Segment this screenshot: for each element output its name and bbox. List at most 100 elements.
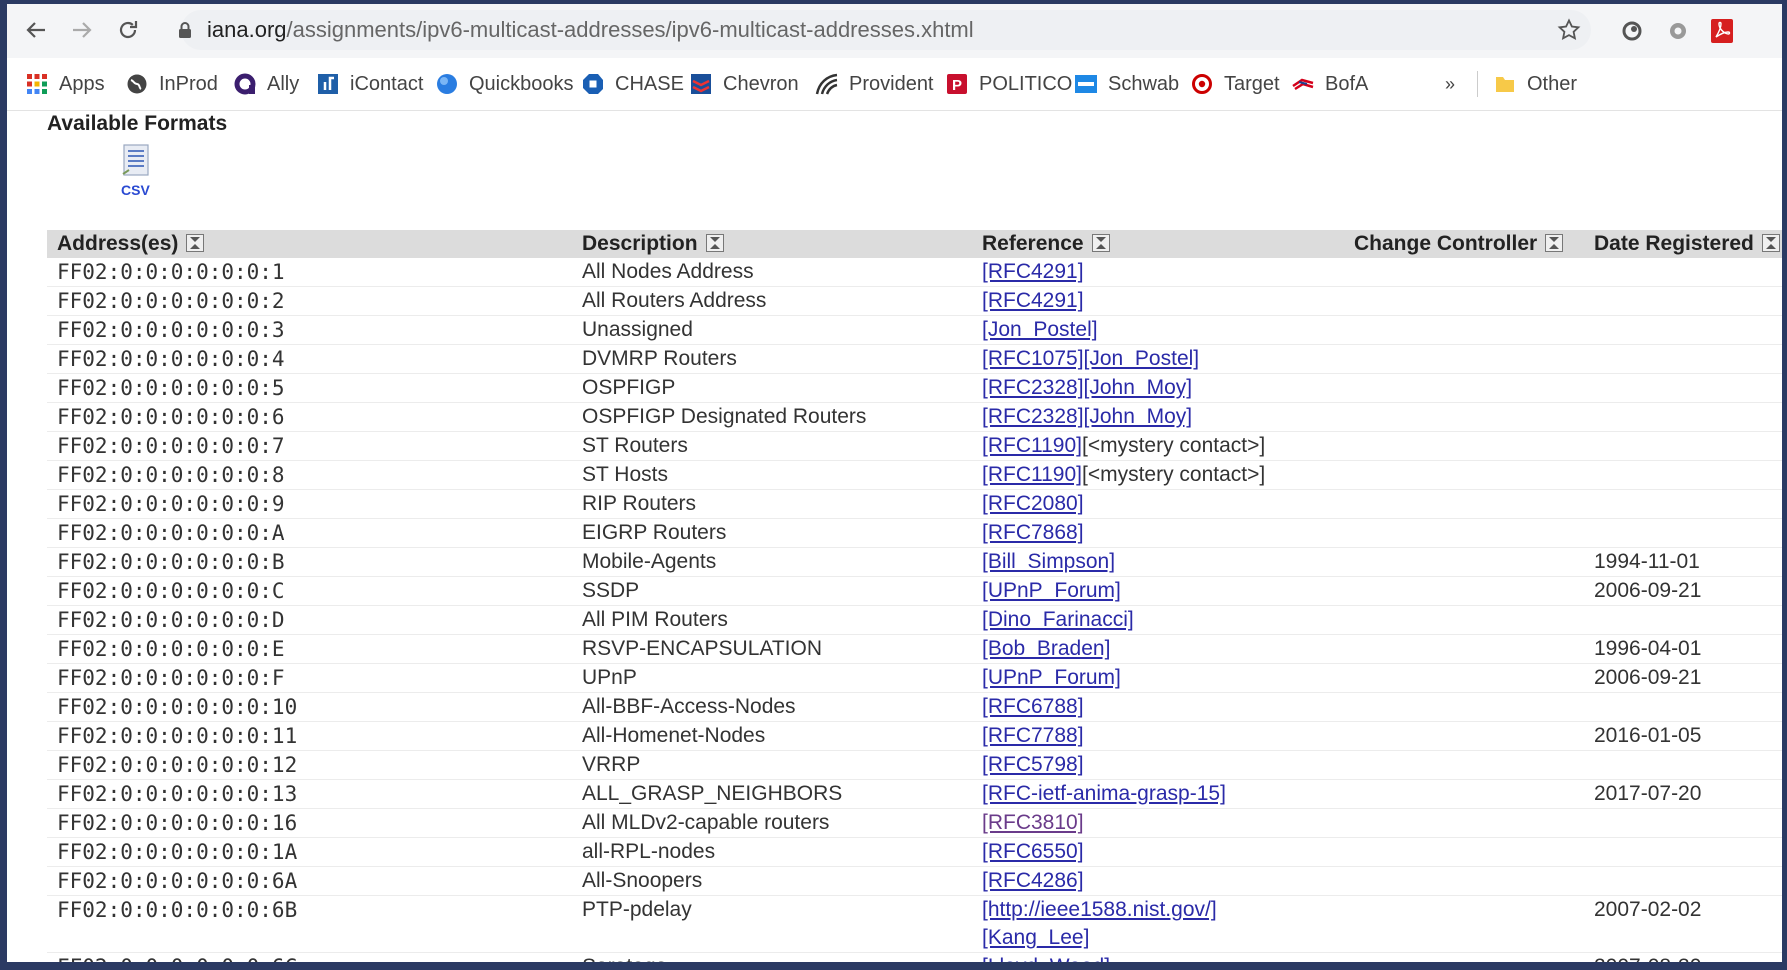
sort-icon[interactable] <box>1545 234 1564 252</box>
change-controller-cell <box>1344 258 1584 287</box>
table-row: FF02:0:0:0:0:0:0:6A All-Snoopers [RFC4286] <box>47 866 1782 896</box>
bookmark-icontact[interactable]: iContact <box>316 71 423 97</box>
reference-link[interactable]: [Jon_Postel] <box>1084 347 1200 370</box>
reference-link[interactable]: [John_Moy] <box>1084 405 1193 428</box>
col-header-change-controller[interactable]: Change Controller <box>1344 230 1584 258</box>
bookmark-quickbooks[interactable]: Quickbooks <box>435 71 574 97</box>
table-row: FF02:0:0:0:0:0:0:16 All MLDv2-capable rou… <box>47 808 1782 838</box>
sort-icon[interactable] <box>705 234 724 252</box>
bookmark-politico[interactable]: P POLITICO <box>945 71 1072 97</box>
pdf-extension-button[interactable] <box>1707 16 1737 46</box>
bookmark-ally[interactable]: Ally <box>233 71 299 97</box>
bookmark-provident[interactable]: Provident <box>815 71 934 97</box>
reference-link[interactable]: [Lloyd_Wood] <box>982 955 1110 962</box>
reference-cell: [RFC6550] <box>972 837 1344 867</box>
reference-link[interactable]: [Kang_Lee] <box>982 926 1089 949</box>
bookmark-chevron[interactable]: Chevron <box>689 71 799 97</box>
reference-link[interactable]: [RFC7788] <box>982 724 1084 747</box>
col-header-addresses[interactable]: Address(es) <box>47 230 572 258</box>
reference-link[interactable]: [RFC2080] <box>982 492 1084 515</box>
csv-download-link[interactable]: CSV <box>121 182 150 198</box>
description-cell: Mobile-Agents <box>572 547 972 577</box>
folder-icon <box>1493 72 1517 96</box>
date-registered-cell <box>1584 605 1782 635</box>
reference-link[interactable]: [RFC1190] <box>982 434 1082 457</box>
sort-icon[interactable] <box>186 234 205 252</box>
col-header-date-registered[interactable]: Date Registered <box>1584 230 1782 258</box>
reference-cell: [RFC1190][<mystery contact>] <box>972 460 1344 490</box>
reference-link[interactable]: [Dino_Farinacci] <box>982 608 1134 631</box>
address-cell: FF02:0:0:0:0:0:0:F <box>47 663 572 693</box>
date-registered-cell <box>1584 750 1782 780</box>
bookmark-apps[interactable]: Apps <box>25 71 105 97</box>
date-registered-cell <box>1584 808 1782 838</box>
change-controller-cell <box>1344 402 1584 432</box>
schwab-logo-icon <box>1074 72 1098 96</box>
bookmark-schwab[interactable]: Schwab <box>1074 71 1179 97</box>
reference-link[interactable]: [RFC6788] <box>982 695 1084 718</box>
reference-link[interactable]: [RFC2328] <box>982 376 1084 399</box>
description-cell: VRRP <box>572 750 972 780</box>
reload-button[interactable] <box>111 13 145 47</box>
reference-link[interactable]: [Bill_Simpson] <box>982 550 1115 573</box>
bookmark-bofa[interactable]: BofA <box>1291 71 1368 97</box>
address-cell: FF02:0:0:0:0:0:0:6 <box>47 402 572 432</box>
reference-link[interactable]: [RFC2328] <box>982 405 1084 428</box>
col-header-description[interactable]: Description <box>572 230 972 258</box>
change-controller-cell <box>1344 286 1584 316</box>
change-controller-cell <box>1344 866 1584 896</box>
back-arrow-icon <box>26 22 45 38</box>
reference-cell: [Jon_Postel] <box>972 315 1344 345</box>
bookmark-chase[interactable]: CHASE <box>581 71 684 97</box>
reference-link[interactable]: [Bob_Braden] <box>982 637 1110 660</box>
reference-cell: [RFC3810] <box>972 808 1344 838</box>
back-button[interactable] <box>19 13 53 47</box>
sort-icon[interactable] <box>1761 234 1780 252</box>
extension-button-1[interactable] <box>1617 16 1647 46</box>
table-row: FF02:0:0:0:0:0:0:9 RIP Routers [RFC2080] <box>47 489 1782 519</box>
reference-link[interactable]: [RFC5798] <box>982 753 1084 776</box>
address-cell: FF02:0:0:0:0:0:0:6B <box>47 895 572 953</box>
bookmark-star-icon[interactable] <box>1557 18 1581 42</box>
reference-link[interactable]: [UPnP_Forum] <box>982 666 1121 689</box>
chase-logo-icon <box>581 72 605 96</box>
date-registered-cell: 2006-09-21 <box>1584 576 1782 606</box>
forward-button[interactable] <box>65 13 99 47</box>
bookmark-target[interactable]: Target <box>1190 71 1280 97</box>
address-cell: FF02:0:0:0:0:0:0:1 <box>47 258 572 287</box>
address-cell: FF02:0:0:0:0:0:0:13 <box>47 779 572 809</box>
reference-link[interactable]: [RFC-ietf-anima-grasp-15] <box>982 782 1226 805</box>
sort-icon[interactable] <box>1091 234 1110 252</box>
table-row: FF02:0:0:0:0:0:0:11 All-Homenet-Nodes [RFC… <box>47 721 1782 751</box>
reference-cell: [RFC4286] <box>972 866 1344 896</box>
reference-link[interactable]: [RFC4286] <box>982 869 1084 892</box>
reference-cell: [Bill_Simpson] <box>972 547 1344 577</box>
reference-cell: [RFC4291] <box>972 286 1344 316</box>
bookmark-other-folder[interactable]: Other <box>1493 71 1577 97</box>
date-registered-cell <box>1584 518 1782 548</box>
reference-link[interactable]: [RFC3810] <box>982 811 1084 834</box>
csv-file-icon[interactable] <box>121 144 153 178</box>
reference-link[interactable]: [John_Moy] <box>1084 376 1193 399</box>
reference-link[interactable]: [RFC4291] <box>982 260 1084 283</box>
change-controller-cell <box>1344 431 1584 461</box>
address-bar[interactable]: iana.org/assignments/ipv6-multicast-addr… <box>179 10 1591 50</box>
reference-link[interactable]: [UPnP_Forum] <box>982 579 1121 602</box>
reference-text: [<mystery contact>] <box>1082 463 1266 486</box>
reference-link[interactable]: [RFC1190] <box>982 463 1082 486</box>
multicast-address-table: Address(es) Description Reference Change… <box>47 230 1782 962</box>
page-content: Available Formats CSV Address(es) Descri… <box>7 110 1782 962</box>
address-cell: FF02:0:0:0:0:0:0:7 <box>47 431 572 461</box>
reference-cell: [RFC4291] <box>972 258 1344 287</box>
bookmarks-overflow-button[interactable]: » <box>1445 71 1455 97</box>
bookmark-inprod[interactable]: InProd <box>125 71 218 97</box>
reference-link[interactable]: [RFC1075] <box>982 347 1084 370</box>
reference-link[interactable]: [http://ieee1588.nist.gov/] <box>982 898 1217 921</box>
col-header-reference[interactable]: Reference <box>972 230 1344 258</box>
description-cell: PTP-pdelay <box>572 895 972 953</box>
reference-link[interactable]: [RFC7868] <box>982 521 1084 544</box>
reference-link[interactable]: [RFC4291] <box>982 289 1084 312</box>
extension-button-2[interactable] <box>1663 16 1693 46</box>
reference-link[interactable]: [Jon_Postel] <box>982 318 1098 341</box>
reference-link[interactable]: [RFC6550] <box>982 840 1084 863</box>
